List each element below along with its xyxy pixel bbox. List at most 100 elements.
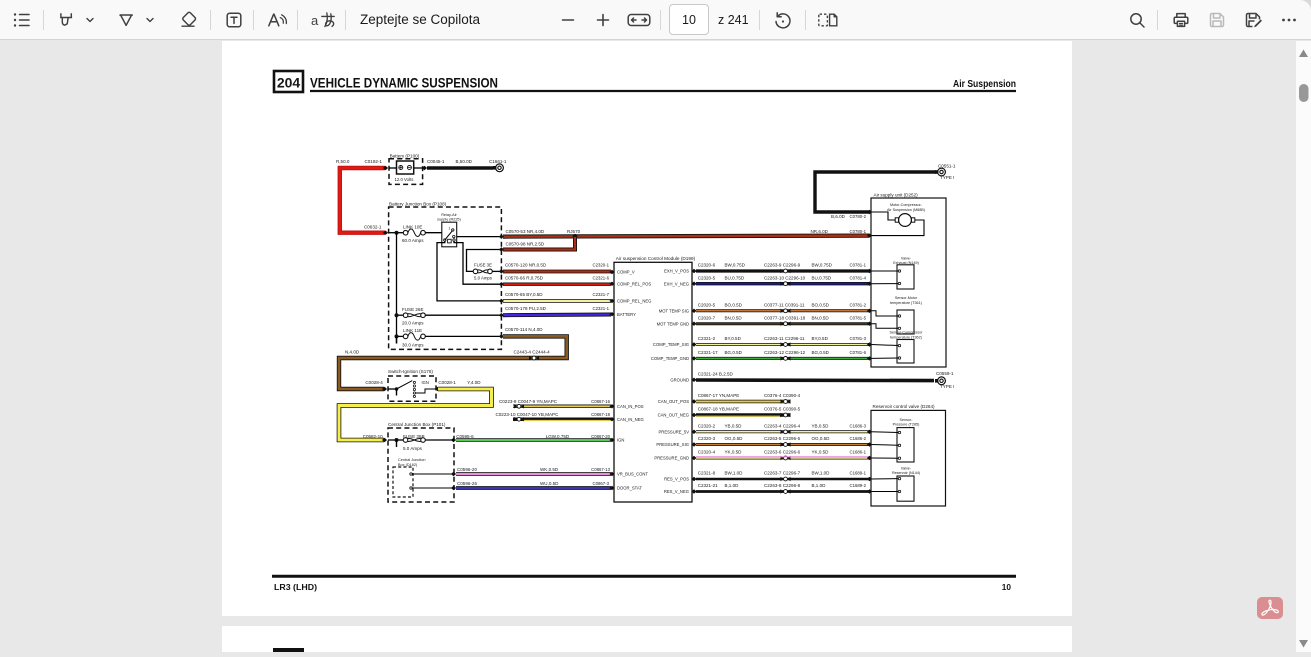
svg-text:FUSE 3E: FUSE 3E [474, 262, 492, 267]
svg-text:C0781-2: C0781-2 [850, 303, 867, 308]
svg-text:BW,0.75D: BW,0.75D [725, 263, 746, 268]
svg-text:C0596-20: C0596-20 [457, 467, 477, 472]
svg-text:YB,0.5D: YB,0.5D [725, 424, 743, 429]
svg-text:VR_BUS_CONT: VR_BUS_CONT [617, 472, 648, 477]
svg-text:C1686-1: C1686-1 [850, 450, 867, 455]
svg-text:Sensor-Compressor: Sensor-Compressor [890, 331, 924, 335]
svg-text:C0551-1: C0551-1 [938, 163, 956, 168]
svg-text:MOT TEMP GND: MOT TEMP GND [657, 321, 689, 326]
svg-text:C0223-9 C0047-9 YN,MAPC: C0223-9 C0047-9 YN,MAPC [499, 399, 558, 404]
svg-text:C0867-13: C0867-13 [591, 467, 610, 472]
svg-text:FUSE 26E: FUSE 26E [402, 307, 423, 312]
svg-text:N,4.0D: N,4.0D [345, 350, 360, 355]
svg-text:C2321-2: C2321-2 [698, 336, 716, 341]
svg-text:COMP_REL_NEG: COMP_REL_NEG [617, 299, 651, 304]
svg-text:CAN_IN_POS: CAN_IN_POS [617, 404, 644, 409]
svg-text:C2443-4 C2444-4: C2443-4 C2444-4 [514, 350, 551, 355]
svg-text:60.0 Amps: 60.0 Amps [402, 238, 424, 243]
svg-text:Valve-: Valve- [901, 466, 912, 470]
svg-text:BG,0.5D: BG,0.5D [812, 350, 830, 355]
svg-text:C2263-10 C2296-10: C2263-10 C2296-10 [764, 275, 806, 280]
svg-text:RES_V_NEG: RES_V_NEG [664, 489, 689, 494]
svg-text:RES_V_POS: RES_V_POS [664, 477, 689, 482]
svg-text:Sensor-Motor: Sensor-Motor [895, 296, 918, 300]
svg-text:Switch-Ignition (S176): Switch-Ignition (S176) [388, 369, 433, 374]
svg-text:R,50.0: R,50.0 [336, 159, 350, 164]
svg-text:Central Junction: Central Junction [398, 458, 425, 462]
svg-text:B,6.0D: B,6.0D [831, 214, 846, 219]
svg-text:C0595-6: C0595-6 [456, 434, 474, 439]
svg-text:PRESSURE_5V: PRESSURE_5V [659, 429, 690, 434]
svg-text:204: 204 [277, 75, 301, 91]
svg-text:C2020-7: C2020-7 [698, 315, 716, 320]
svg-text:C0559-1: C0559-1 [936, 371, 954, 376]
svg-text:C2321-21: C2321-21 [698, 483, 718, 488]
svg-text:B,1.0D: B,1.0D [812, 483, 827, 488]
svg-text:Air Suspension: Air Suspension [953, 79, 1016, 90]
svg-text:OG,0.5D: OG,0.5D [812, 436, 831, 441]
svg-text:Y,4.0D: Y,4.0D [467, 380, 481, 385]
svg-text:B,50.0D: B,50.0D [456, 159, 473, 164]
svg-text:C2321-17: C2321-17 [698, 350, 718, 355]
svg-text:Air supply unit (D252): Air supply unit (D252) [874, 192, 919, 197]
svg-text:Reservoir control valve (D264): Reservoir control valve (D264) [873, 404, 936, 409]
svg-text:COMP_REL_POS: COMP_REL_POS [617, 281, 651, 286]
svg-text:MOT TEMP SIG: MOT TEMP SIG [659, 308, 689, 313]
svg-text:Air Suspension (M88B): Air Suspension (M88B) [887, 208, 925, 212]
svg-text:GROUND: GROUND [670, 377, 689, 382]
svg-text:C0192-1: C0192-1 [365, 159, 383, 164]
svg-text:C0570-114 N,4.0D: C0570-114 N,4.0D [505, 327, 543, 332]
svg-text:Battery (P100): Battery (P100) [390, 153, 420, 158]
svg-text:Sensor-: Sensor- [900, 418, 914, 422]
svg-text:C2263-8 C2296-8: C2263-8 C2296-8 [764, 483, 801, 488]
svg-text:BATTERY: BATTERY [617, 312, 636, 317]
svg-text:B,1.0D: B,1.0D [725, 483, 740, 488]
svg-text:C1689-1: C1689-1 [850, 471, 867, 476]
svg-text:BY,0.5D: BY,0.5D [812, 336, 829, 341]
svg-text:BO,0.5D: BO,0.5D [725, 303, 743, 308]
svg-text:BN,0.5D: BN,0.5D [725, 315, 743, 320]
svg-text:CAN_OUT_POS: CAN_OUT_POS [658, 399, 689, 404]
svg-text:BN,0.5D: BN,0.5D [812, 315, 830, 320]
svg-text:CAN_IN_NEG: CAN_IN_NEG [617, 417, 644, 422]
svg-text:C0570-66 R,0.75D: C0570-66 R,0.75D [505, 275, 544, 280]
svg-text:YB,0.5D: YB,0.5D [812, 424, 830, 429]
svg-text:C0377-18 C0391-18: C0377-18 C0391-18 [764, 315, 806, 320]
svg-text:BW,1.0D: BW,1.0D [725, 471, 744, 476]
svg-text:PRESSURE_SIG: PRESSURE_SIG [656, 442, 689, 447]
svg-text:DOOR_STAT: DOOR_STAT [617, 486, 642, 491]
svg-text:C2263-11 C2296-11: C2263-11 C2296-11 [764, 336, 805, 341]
svg-text:C2320-6: C2320-6 [698, 263, 716, 268]
svg-text:C0028-1: C0028-1 [438, 380, 456, 385]
svg-text:C2321-6: C2321-6 [593, 275, 610, 280]
svg-text:temperature (T362): temperature (T362) [890, 335, 922, 339]
svg-text:BU,0.75D: BU,0.75D [725, 275, 745, 280]
svg-text:C2320-5: C2320-5 [698, 275, 716, 280]
svg-text:5.0 Amps: 5.0 Amps [474, 276, 492, 281]
svg-text:Motor-Compressor-: Motor-Compressor- [890, 203, 923, 207]
svg-text:TYPE I: TYPE I [940, 384, 954, 389]
svg-text:Battery Junction Box (P108): Battery Junction Box (P108) [389, 202, 447, 207]
svg-text:OG,0.5D: OG,0.5D [725, 436, 744, 441]
svg-text:Relay-Air: Relay-Air [441, 213, 457, 217]
svg-text:20.0 Amps: 20.0 Amps [402, 321, 424, 326]
svg-text:C0780-2: C0780-2 [850, 214, 867, 219]
svg-text:Air suspension Control Module: Air suspension Control Module (D199) [616, 256, 696, 261]
svg-text:C2263-5 C2296-5: C2263-5 C2296-5 [764, 436, 801, 441]
svg-text:C0582-10: C0582-10 [363, 434, 383, 439]
svg-text:C0570-178 PU,2.5D: C0570-178 PU,2.5D [505, 306, 547, 311]
svg-text:C0781-4: C0781-4 [850, 275, 867, 280]
svg-text:C0570-120 NR,0.5D: C0570-120 NR,0.5D [505, 263, 547, 268]
svg-text:C0781-3: C0781-3 [850, 336, 867, 341]
svg-text:YK,0.5D: YK,0.5D [725, 450, 743, 455]
svg-text:12.0 Volts: 12.0 Volts [395, 177, 414, 182]
svg-text:C0376-4 C0390-4: C0376-4 C0390-4 [764, 393, 801, 398]
svg-text:LR3 (LHD): LR3 (LHD) [274, 582, 317, 592]
svg-text:C0781-6: C0781-6 [850, 350, 867, 355]
svg-text:LINK 10E: LINK 10E [403, 225, 422, 230]
svg-text:Reservoir (N144): Reservoir (N144) [892, 471, 920, 475]
svg-text:C1661-1: C1661-1 [489, 159, 507, 164]
svg-text:C2321-7: C2321-7 [593, 292, 610, 297]
svg-text:C2263-6 C2296-6: C2263-6 C2296-6 [764, 450, 801, 455]
svg-text:NR,6.0D: NR,6.0D [811, 229, 829, 234]
